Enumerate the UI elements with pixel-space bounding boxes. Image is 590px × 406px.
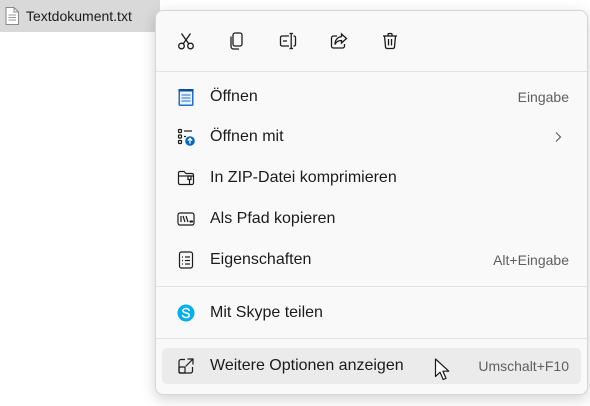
text-file-icon (4, 7, 20, 25)
rename-icon (278, 31, 298, 51)
separator (156, 338, 587, 339)
share-button[interactable] (325, 27, 353, 55)
menu-item-label: Öffnen (210, 88, 258, 105)
menu-item-label: Öffnen mit (210, 128, 284, 145)
context-toolbar (156, 11, 587, 71)
menu-item-more-options[interactable]: Weitere Optionen anzeigen Umschalt+F10 (162, 348, 581, 384)
zip-folder-icon (176, 168, 196, 188)
chevron-right-icon (551, 130, 565, 144)
menu-item-shortcut: Umschalt+F10 (478, 358, 569, 374)
share-icon (329, 31, 349, 51)
file-name: Textdokument.txt (26, 8, 132, 24)
menu-item-properties[interactable]: Eigenschaften Alt+Eingabe (162, 242, 581, 278)
scissors-icon (176, 31, 196, 51)
rename-button[interactable] (274, 27, 302, 55)
delete-button[interactable] (376, 27, 404, 55)
menu-item-label: In ZIP-Datei komprimieren (210, 169, 397, 186)
menu-item-share-skype[interactable]: Mit Skype teilen (162, 295, 581, 331)
open-with-icon (176, 127, 196, 147)
more-options-icon (176, 356, 196, 376)
separator (156, 286, 587, 287)
menu-item-label: Mit Skype teilen (210, 304, 323, 321)
file-item[interactable]: Textdokument.txt (4, 5, 132, 27)
separator (156, 71, 587, 72)
copy-path-icon (176, 209, 196, 229)
menu-item-label: Als Pfad kopieren (210, 210, 336, 227)
properties-icon (176, 250, 196, 270)
copy-icon (227, 31, 247, 51)
copy-button[interactable] (223, 27, 251, 55)
skype-icon (176, 303, 196, 323)
menu-item-label: Weitere Optionen anzeigen (210, 357, 404, 374)
mouse-cursor-icon (434, 358, 452, 382)
trash-icon (380, 31, 400, 51)
menu-item-shortcut: Alt+Eingabe (493, 252, 569, 268)
context-menu: Öffnen Eingabe Öffnen mit In ZIP-Datei k… (155, 10, 588, 395)
notepad-icon (176, 87, 196, 107)
menu-item-open-with[interactable]: Öffnen mit (162, 119, 581, 155)
menu-item-label: Eigenschaften (210, 251, 312, 268)
cut-button[interactable] (172, 27, 200, 55)
menu-item-copy-as-path[interactable]: Als Pfad kopieren (162, 201, 581, 237)
menu-item-open[interactable]: Öffnen Eingabe (162, 79, 581, 115)
menu-item-compress-zip[interactable]: In ZIP-Datei komprimieren (162, 160, 581, 196)
menu-item-shortcut: Eingabe (517, 89, 569, 105)
